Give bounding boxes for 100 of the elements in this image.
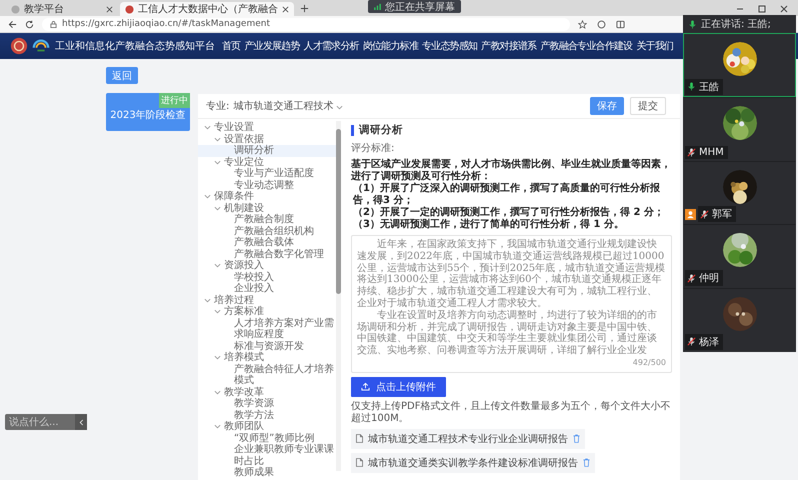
tree-item[interactable]: 培养模式 bbox=[198, 352, 336, 364]
tree-item[interactable]: 学校投入 bbox=[198, 272, 336, 283]
criteria-text: 基于区域产业发展需要，对人才市场供需比例、毕业生就业质量等因素，进行了调研预测及可行性分析： bbox=[351, 159, 672, 182]
star-icon[interactable] bbox=[578, 20, 587, 28]
chevron-icon[interactable] bbox=[204, 124, 211, 131]
task-card[interactable]: 进行中 2023年阶段检查 bbox=[106, 93, 190, 131]
logo-icon bbox=[10, 37, 28, 55]
tree-item[interactable]: 教学方法 bbox=[198, 410, 336, 421]
tree-item[interactable]: 教学改革 bbox=[198, 386, 336, 398]
status-badge: 进行中 bbox=[159, 93, 190, 108]
tree-item[interactable]: 产教融合制度 bbox=[198, 214, 336, 226]
chevron-icon[interactable] bbox=[214, 423, 221, 430]
tree-item[interactable]: 教师成果 bbox=[198, 467, 336, 478]
delete-icon[interactable] bbox=[583, 458, 590, 468]
submit-button[interactable]: 提交 bbox=[630, 97, 666, 115]
share-text: 您正在共享屏幕 bbox=[385, 0, 455, 14]
close-icon[interactable] bbox=[106, 6, 113, 12]
nav-link[interactable]: 产教融合专业合作建设 bbox=[539, 39, 634, 53]
nav-link[interactable]: 首页 bbox=[221, 39, 242, 53]
participant-name: 仲明 bbox=[699, 272, 719, 286]
document-icon bbox=[356, 458, 363, 468]
participant-name: 王皓 bbox=[699, 80, 719, 94]
tree-item[interactable]: 保障条件 bbox=[198, 191, 336, 202]
split-screen-icon[interactable] bbox=[616, 20, 625, 28]
refresh-icon[interactable] bbox=[25, 20, 34, 28]
participant-tile[interactable]: MHM bbox=[683, 96, 796, 161]
close-icon[interactable] bbox=[282, 6, 289, 12]
save-button[interactable]: 保存 bbox=[590, 97, 624, 115]
tree-item[interactable]: 专业与产业适配度 bbox=[198, 168, 336, 180]
chevron-icon[interactable] bbox=[214, 158, 221, 166]
tree-item[interactable]: 培养过程 bbox=[198, 294, 336, 306]
tree-item[interactable]: 企业兼职教师专业课课时占比 bbox=[198, 444, 336, 467]
nav-link[interactable]: 产业发展趋势 bbox=[243, 39, 301, 53]
chevron-icon[interactable] bbox=[214, 204, 221, 212]
tree-item[interactable]: 产教融合载体 bbox=[198, 237, 336, 248]
nav-link[interactable]: 专业态势感知 bbox=[421, 39, 478, 53]
tree-item[interactable]: 资源投入 bbox=[198, 260, 336, 272]
participant-tile[interactable]: 王皓 bbox=[683, 33, 796, 97]
tree-item[interactable]: 设置依据 bbox=[198, 134, 336, 145]
nav-link[interactable]: 产教对接谱系 bbox=[480, 39, 538, 53]
back-icon[interactable] bbox=[8, 20, 17, 28]
back-button[interactable]: 返回 bbox=[106, 67, 138, 84]
chevron-icon[interactable] bbox=[204, 193, 211, 200]
nav-link[interactable]: 关于我们 bbox=[635, 39, 674, 53]
participant-tile[interactable]: 仲明 bbox=[683, 224, 796, 288]
major-select[interactable]: 城市轨道交通工程技术 bbox=[233, 99, 344, 113]
file-item[interactable]: 城市轨道交通工程技术专业行业企业调研报告 bbox=[351, 428, 585, 449]
tree-item[interactable]: 专业定位 bbox=[198, 156, 336, 168]
browser-tab[interactable]: 工信人才大数据中心（产教融合 bbox=[120, 2, 294, 16]
participant-name: 郭军 bbox=[712, 208, 732, 222]
browser-tab[interactable]: 教学平台 bbox=[6, 2, 118, 16]
upload-button[interactable]: 点击上传附件 bbox=[351, 376, 446, 397]
platform-title: 工业和信息化产教融合态势感知平台 bbox=[55, 40, 215, 53]
chevron-icon bbox=[78, 418, 84, 426]
participant-tile[interactable]: 杨泽 bbox=[683, 288, 796, 352]
tree-item[interactable]: 方案标准 bbox=[198, 306, 336, 318]
close-icon[interactable] bbox=[780, 5, 788, 13]
tree-item[interactable]: 专业设置 bbox=[198, 122, 336, 134]
address-field[interactable]: https://gxrc.zhijiaoqiao.cn/#/taskManagement bbox=[42, 18, 570, 30]
chevron-icon[interactable] bbox=[214, 308, 221, 315]
tree-item[interactable]: 调研分析 bbox=[198, 145, 336, 156]
scrollbar[interactable] bbox=[336, 121, 341, 471]
criteria-text: （1）开展了广泛深入的调研预测工作，撰写了高质量的可行性分析报告，得3 分； bbox=[352, 183, 661, 206]
document-icon bbox=[356, 434, 363, 444]
tree-item[interactable]: 产教融合特征人才培养模式 bbox=[198, 364, 336, 386]
signal-icon bbox=[374, 3, 381, 10]
speaking-status: 正在讲话: 王皓; bbox=[701, 18, 771, 31]
tree-item[interactable]: 教师团队 bbox=[198, 421, 336, 432]
chevron-icon[interactable] bbox=[214, 354, 221, 361]
mic-icon bbox=[688, 20, 697, 28]
nav-link[interactable]: 人才需求分析 bbox=[302, 39, 360, 53]
tree-item[interactable]: 企业投入 bbox=[198, 283, 336, 294]
upload-note: 仅支持上传PDF格式文件，且上传文件数量最多为五个，每个文件大小不超过100M。 bbox=[351, 400, 672, 425]
tree-item[interactable]: 教学资源 bbox=[198, 398, 336, 410]
maximize-icon[interactable] bbox=[758, 5, 766, 13]
nav-link[interactable]: 岗位能力标准 bbox=[362, 39, 420, 53]
answer-field[interactable]: 近年来，在国家政策支持下，我国城市轨道交通行业规划建设快速发展，到2022年底，中国城市轨道交通运营线路规模已超过10000公里，运营城市达到55个，预计到2025年底，城市轨道交通运营规模将达到13000公里，运营城市将达到60个，城市轨道交通规模正逐年持续、稳步扩大，城市轨道交通工程建设大有可为，城轨工程行业、企业对于城市轨道交通工程人才需求较大。 专业在设置时及培养方向动态调整时，均进行了较为详细的的市场调研和分析，并完成了调研报告，调研走访对象主要是中国中铁、中国铁建、中国建筑、中交天和等学生主要就业集团公司，通过座谈交流、实地考察、问卷调查等方法开展调研，详细了解行业企业发 492/500 bbox=[351, 235, 672, 373]
chevron-icon[interactable] bbox=[204, 296, 211, 304]
tree-item[interactable]: 机制建设 bbox=[198, 202, 336, 214]
criteria-text: （2）开展了一定的调研预测工作，撰写了可行性分析报告，得 2 分； bbox=[352, 207, 665, 218]
chevron-icon[interactable] bbox=[214, 388, 221, 396]
tree-item[interactable]: 标准与资源开发 bbox=[198, 340, 336, 352]
collapse-button[interactable] bbox=[75, 414, 87, 430]
tree-item[interactable]: 人才培养方案对产业需求响应程度 bbox=[198, 318, 336, 340]
new-tab-icon[interactable] bbox=[300, 4, 309, 13]
criteria-label: 评分标准: bbox=[351, 142, 396, 155]
tree-item[interactable]: 专业动态调整 bbox=[198, 180, 336, 191]
tree-item[interactable]: 产教融合数字化管理 bbox=[198, 248, 336, 260]
site-icon bbox=[11, 4, 20, 14]
participant-tile[interactable]: 郭军 bbox=[683, 160, 796, 224]
tree-item[interactable]: “双师型”教师比例 bbox=[198, 432, 336, 444]
chevron-icon[interactable] bbox=[336, 104, 344, 110]
chevron-icon[interactable] bbox=[214, 136, 221, 142]
file-item[interactable]: 城市轨道交通类实训教学条件建设标准调研报告 bbox=[351, 452, 595, 473]
tree-item[interactable]: 产教融合组织机构 bbox=[198, 226, 336, 237]
major-label: 专业: bbox=[206, 100, 230, 113]
participant-name: 杨泽 bbox=[699, 336, 719, 349]
chevron-icon[interactable] bbox=[214, 262, 221, 269]
section-title: 调研分析 bbox=[359, 123, 403, 137]
delete-icon[interactable] bbox=[573, 434, 580, 444]
